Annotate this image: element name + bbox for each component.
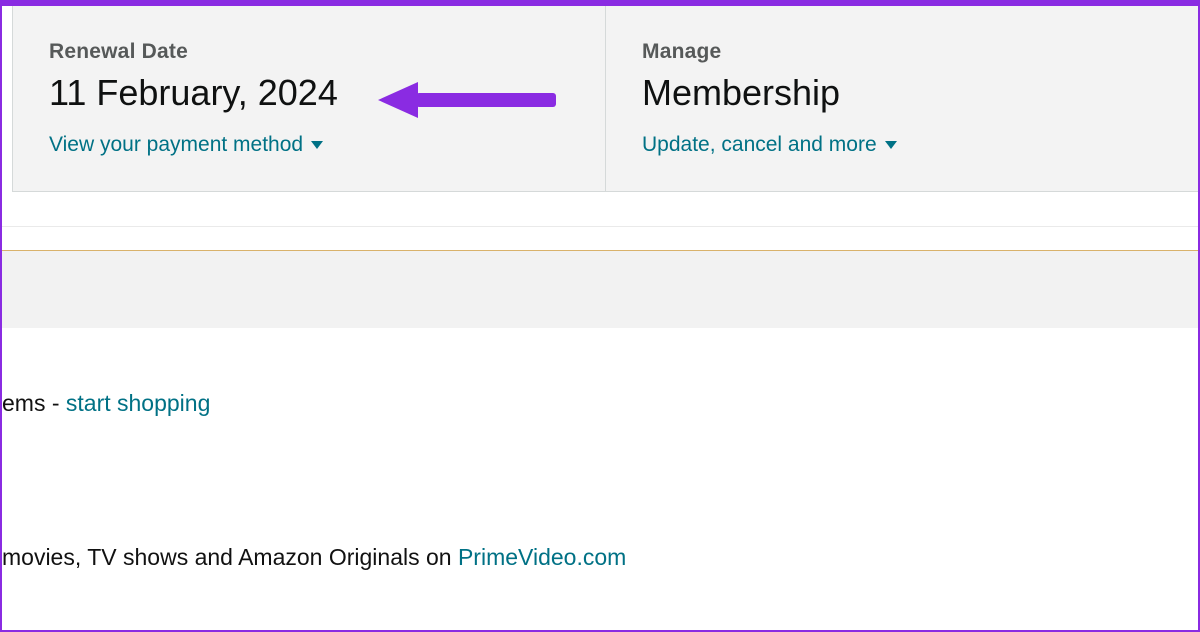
chevron-down-icon bbox=[311, 141, 323, 149]
start-shopping-link[interactable]: start shopping bbox=[66, 390, 210, 416]
view-payment-method-link[interactable]: View your payment method bbox=[49, 133, 323, 157]
view-payment-method-text: View your payment method bbox=[49, 133, 303, 157]
pv-prefix: movies, TV shows and Amazon Originals on bbox=[2, 544, 458, 570]
primevideo-link[interactable]: PrimeVideo.com bbox=[458, 544, 626, 570]
update-cancel-text: Update, cancel and more bbox=[642, 133, 877, 157]
update-cancel-link[interactable]: Update, cancel and more bbox=[642, 133, 897, 157]
gray-band bbox=[2, 250, 1198, 328]
manage-label: Manage bbox=[642, 40, 1162, 64]
manage-card: Manage Membership Update, cancel and mor… bbox=[605, 6, 1198, 191]
renewal-date-value: 11 February, 2024 bbox=[49, 70, 569, 115]
primevideo-line: movies, TV shows and Amazon Originals on… bbox=[2, 544, 626, 571]
chevron-down-icon bbox=[885, 141, 897, 149]
renewal-label: Renewal Date bbox=[49, 40, 569, 64]
renewal-card: Renewal Date 11 February, 2024 View your… bbox=[12, 6, 605, 191]
divider bbox=[2, 226, 1198, 227]
ems-prefix: ems - bbox=[2, 390, 66, 416]
manage-value: Membership bbox=[642, 70, 1162, 115]
items-line: ems - start shopping bbox=[2, 390, 210, 417]
membership-cards-row: Renewal Date 11 February, 2024 View your… bbox=[12, 6, 1198, 192]
